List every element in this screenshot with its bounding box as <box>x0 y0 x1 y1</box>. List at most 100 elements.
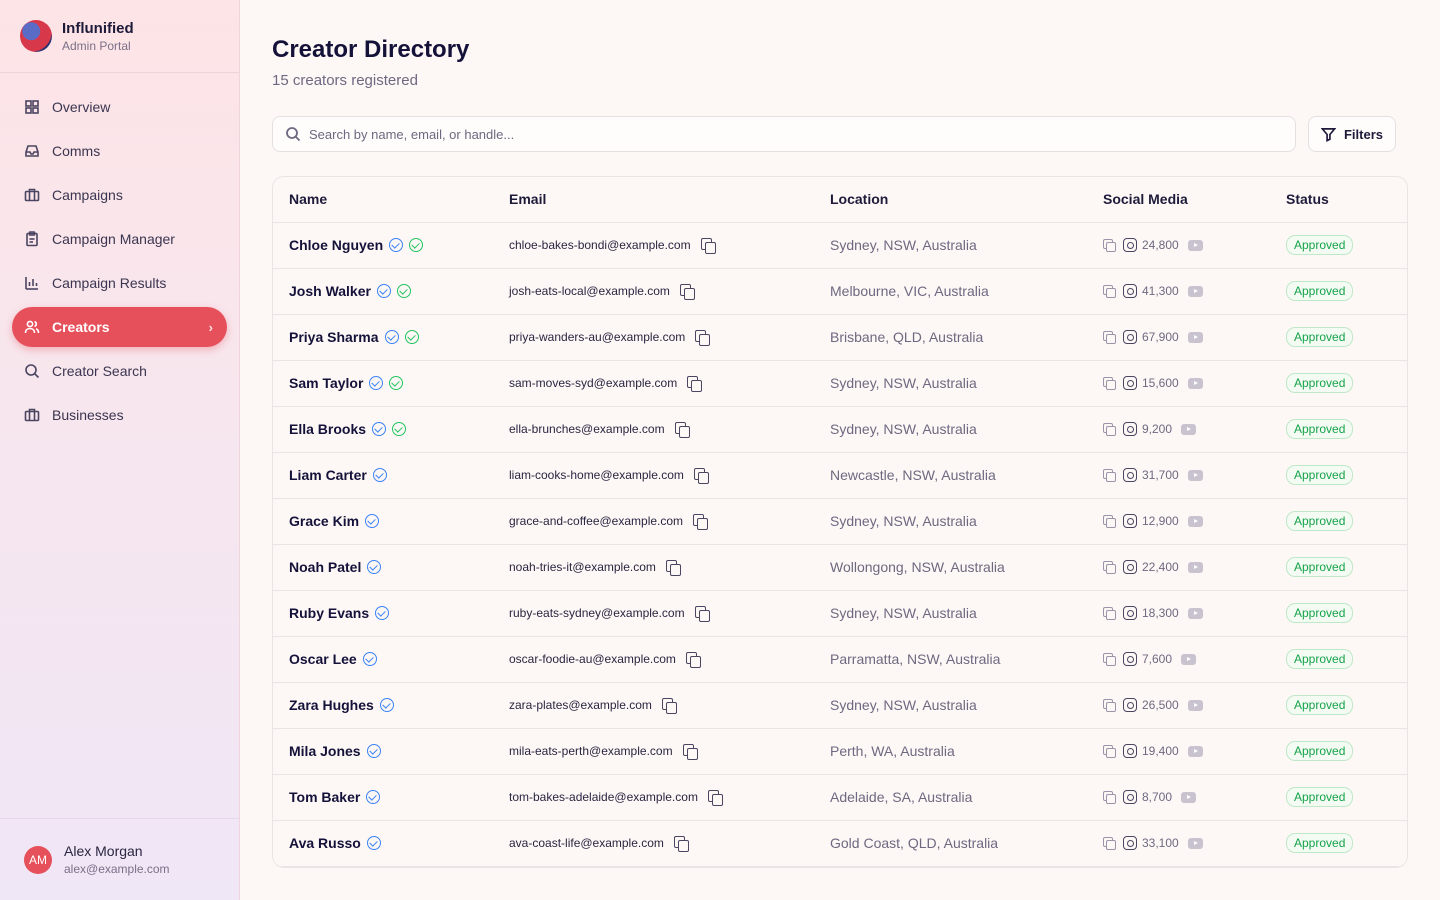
copy-handle-icon[interactable] <box>1103 469 1116 482</box>
creator-name[interactable]: Ruby Evans <box>289 605 369 621</box>
creator-name[interactable]: Noah Patel <box>289 559 361 575</box>
filters-button[interactable]: Filters <box>1308 116 1396 152</box>
copy-handle-icon[interactable] <box>1103 699 1116 712</box>
sidebar-item-campaign-results[interactable]: Campaign Results <box>12 263 227 303</box>
instagram-icon[interactable] <box>1123 376 1137 390</box>
creator-name[interactable]: Oscar Lee <box>289 651 357 667</box>
creator-name[interactable]: Priya Sharma <box>289 329 379 345</box>
copy-email-icon[interactable] <box>674 422 690 438</box>
sidebar-item-creators[interactable]: Creators › <box>12 307 227 347</box>
copy-email-icon[interactable] <box>679 284 695 300</box>
youtube-icon[interactable] <box>1187 515 1203 527</box>
instagram-icon[interactable] <box>1123 330 1137 344</box>
instagram-icon[interactable] <box>1123 836 1137 850</box>
youtube-icon[interactable] <box>1187 469 1203 481</box>
table-row[interactable]: Chloe Nguyen chloe-bakes-bondi@example.co… <box>273 222 1407 269</box>
creator-name[interactable]: Ava Russo <box>289 835 361 851</box>
table-row[interactable]: Ella Brooks ella-brunches@example.com Sydn… <box>273 406 1407 453</box>
table-row[interactable]: Sam Taylor sam-moves-syd@example.com Sydne… <box>273 360 1407 407</box>
copy-handle-icon[interactable] <box>1103 837 1116 850</box>
copy-email-icon[interactable] <box>682 744 698 760</box>
sidebar-item-campaigns[interactable]: Campaigns <box>12 175 227 215</box>
copy-handle-icon[interactable] <box>1103 745 1116 758</box>
creator-name[interactable]: Zara Hughes <box>289 697 374 713</box>
instagram-icon[interactable] <box>1123 284 1137 298</box>
search-box[interactable] <box>272 116 1296 152</box>
column-header-status[interactable]: Status <box>1270 177 1407 223</box>
creator-name[interactable]: Mila Jones <box>289 743 361 759</box>
youtube-icon[interactable] <box>1187 607 1203 619</box>
youtube-icon[interactable] <box>1181 653 1197 665</box>
youtube-icon[interactable] <box>1187 745 1203 757</box>
instagram-icon[interactable] <box>1123 698 1137 712</box>
copy-email-icon[interactable] <box>687 376 703 392</box>
instagram-icon[interactable] <box>1123 560 1137 574</box>
instagram-icon[interactable] <box>1123 790 1137 804</box>
copy-handle-icon[interactable] <box>1103 607 1116 620</box>
table-row[interactable]: Oscar Lee oscar-foodie-au@example.com Parr… <box>273 636 1407 683</box>
copy-email-icon[interactable] <box>685 652 701 668</box>
copy-email-icon[interactable] <box>707 790 723 806</box>
column-header-location[interactable]: Location <box>814 177 1087 223</box>
creator-name[interactable]: Sam Taylor <box>289 375 363 391</box>
table-row[interactable]: Ava Russo ava-coast-life@example.com Gold … <box>273 820 1407 867</box>
brand[interactable]: Influnified Admin Portal <box>0 0 239 73</box>
youtube-icon[interactable] <box>1187 699 1203 711</box>
column-header-social-media[interactable]: Social Media <box>1087 177 1270 223</box>
creator-name[interactable]: Grace Kim <box>289 513 359 529</box>
instagram-icon[interactable] <box>1123 238 1137 252</box>
column-header-name[interactable]: Name <box>273 177 493 223</box>
instagram-icon[interactable] <box>1123 468 1137 482</box>
copy-handle-icon[interactable] <box>1103 791 1116 804</box>
creator-name[interactable]: Josh Walker <box>289 283 371 299</box>
table-row[interactable]: Zara Hughes zara-plates@example.com Sydney… <box>273 682 1407 729</box>
copy-email-icon[interactable] <box>693 514 709 530</box>
table-row[interactable]: Josh Walker josh-eats-local@example.com Me… <box>273 268 1407 315</box>
youtube-icon[interactable] <box>1187 331 1203 343</box>
creator-name[interactable]: Ella Brooks <box>289 421 366 437</box>
copy-email-icon[interactable] <box>700 238 716 254</box>
creator-name[interactable]: Liam Carter <box>289 467 367 483</box>
copy-handle-icon[interactable] <box>1103 653 1116 666</box>
copy-email-icon[interactable] <box>665 560 681 576</box>
instagram-icon[interactable] <box>1123 652 1137 666</box>
copy-handle-icon[interactable] <box>1103 377 1116 390</box>
copy-email-icon[interactable] <box>694 606 710 622</box>
copy-handle-icon[interactable] <box>1103 331 1116 344</box>
youtube-icon[interactable] <box>1187 377 1203 389</box>
youtube-icon[interactable] <box>1181 423 1197 435</box>
table-row[interactable]: Mila Jones mila-eats-perth@example.com Per… <box>273 728 1407 775</box>
youtube-icon[interactable] <box>1187 561 1203 573</box>
table-row[interactable]: Priya Sharma priya-wanders-au@example.com… <box>273 314 1407 361</box>
copy-handle-icon[interactable] <box>1103 285 1116 298</box>
youtube-icon[interactable] <box>1187 239 1203 251</box>
table-row[interactable]: Noah Patel noah-tries-it@example.com Wollo… <box>273 544 1407 591</box>
creator-name[interactable]: Tom Baker <box>289 789 360 805</box>
copy-email-icon[interactable] <box>693 468 709 484</box>
copy-handle-icon[interactable] <box>1103 561 1116 574</box>
creator-name[interactable]: Chloe Nguyen <box>289 237 383 253</box>
copy-email-icon[interactable] <box>673 836 689 852</box>
instagram-icon[interactable] <box>1123 514 1137 528</box>
sidebar-item-overview[interactable]: Overview <box>12 87 227 127</box>
youtube-icon[interactable] <box>1187 837 1203 849</box>
table-row[interactable]: Grace Kim grace-and-coffee@example.com Syd… <box>273 498 1407 545</box>
table-row[interactable]: Tom Baker tom-bakes-adelaide@example.com A… <box>273 774 1407 821</box>
copy-handle-icon[interactable] <box>1103 423 1116 436</box>
copy-handle-icon[interactable] <box>1103 515 1116 528</box>
table-row[interactable]: Ruby Evans ruby-eats-sydney@example.com Sy… <box>273 590 1407 637</box>
sidebar-item-campaign-manager[interactable]: Campaign Manager <box>12 219 227 259</box>
youtube-icon[interactable] <box>1181 791 1197 803</box>
youtube-icon[interactable] <box>1187 285 1203 297</box>
sidebar-item-creator-search[interactable]: Creator Search <box>12 351 227 391</box>
copy-email-icon[interactable] <box>695 330 711 346</box>
instagram-icon[interactable] <box>1123 422 1137 436</box>
instagram-icon[interactable] <box>1123 606 1137 620</box>
search-input[interactable] <box>309 126 1209 142</box>
column-header-email[interactable]: Email <box>493 177 814 223</box>
table-row[interactable]: Liam Carter liam-cooks-home@example.com Ne… <box>273 452 1407 499</box>
user-profile[interactable]: AM Alex Morgan alex@example.com <box>0 818 239 900</box>
sidebar-item-comms[interactable]: Comms <box>12 131 227 171</box>
instagram-icon[interactable] <box>1123 744 1137 758</box>
copy-handle-icon[interactable] <box>1103 239 1116 252</box>
